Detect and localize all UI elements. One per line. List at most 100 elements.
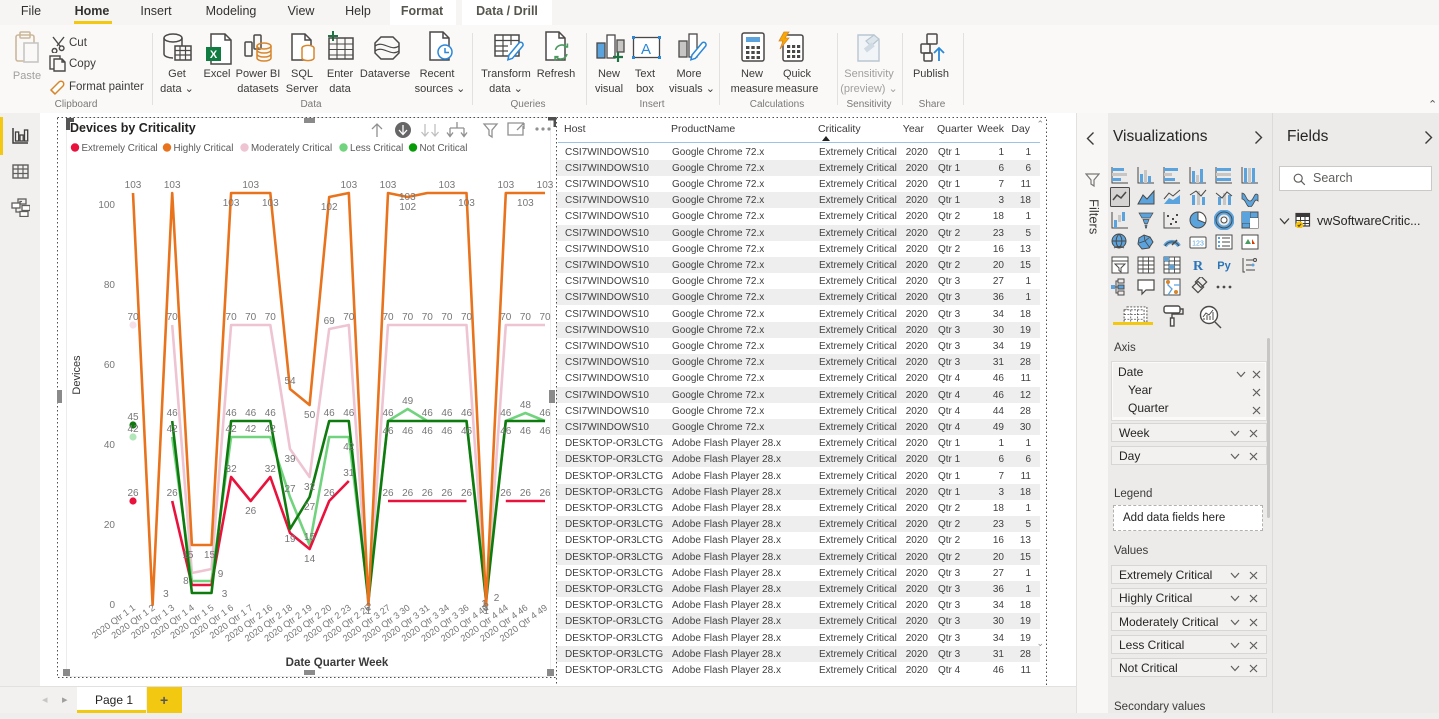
svg-text:0: 0 [109,600,115,611]
svg-text:70: 70 [127,312,139,323]
svg-text:103: 103 [223,198,240,209]
svg-text:46: 46 [265,408,277,419]
svg-text:19: 19 [284,534,296,545]
svg-text:Devices by Criticality: Devices by Criticality [70,121,196,135]
svg-text:20: 20 [104,520,116,531]
svg-text:R: R [1193,259,1204,274]
svg-text:70: 70 [382,312,394,323]
svg-text:70: 70 [402,312,414,323]
svg-text:46: 46 [500,408,512,419]
svg-text:123: 123 [1192,241,1204,248]
svg-text:Not Critical: Not Critical [420,143,468,154]
svg-text:103: 103 [164,180,181,191]
svg-text:26: 26 [167,488,179,499]
svg-text:103: 103 [242,180,259,191]
svg-text:26: 26 [500,488,512,499]
svg-text:54: 54 [284,376,296,387]
svg-text:Py: Py [1217,260,1231,272]
svg-text:46: 46 [343,408,355,419]
svg-text:103: 103 [399,192,416,203]
svg-text:42: 42 [167,424,179,435]
svg-text:3: 3 [222,589,228,600]
svg-text:49: 49 [402,396,414,407]
svg-text:27: 27 [284,484,296,495]
svg-text:A: A [641,41,651,58]
svg-text:39: 39 [284,454,296,465]
svg-text:80: 80 [104,280,116,291]
svg-text:48: 48 [520,400,532,411]
svg-text:46: 46 [245,408,257,419]
svg-text:Less Critical: Less Critical [350,143,403,154]
svg-text:2: 2 [494,593,500,604]
svg-text:26: 26 [402,488,414,499]
svg-text:45: 45 [127,412,139,423]
svg-text:103: 103 [537,180,554,191]
svg-text:46: 46 [461,426,473,437]
svg-text:103: 103 [125,180,142,191]
svg-text:26: 26 [441,488,453,499]
svg-text:103: 103 [458,198,475,209]
svg-text:46: 46 [539,426,551,437]
svg-text:31: 31 [343,468,355,479]
svg-text:100: 100 [98,200,115,211]
svg-text:46: 46 [382,426,394,437]
svg-text:70: 70 [520,312,532,323]
svg-text:46: 46 [382,408,394,419]
svg-text:70: 70 [539,312,551,323]
svg-text:26: 26 [520,488,532,499]
svg-text:Extremely Critical: Extremely Critical [82,143,158,154]
svg-text:3: 3 [163,589,169,600]
svg-text:60: 60 [104,360,116,371]
svg-text:46: 46 [500,426,512,437]
svg-text:9: 9 [218,569,224,580]
svg-text:46: 46 [226,408,238,419]
svg-text:46: 46 [539,408,551,419]
svg-text:32: 32 [226,464,238,475]
svg-text:46: 46 [324,408,336,419]
svg-text:42: 42 [127,424,139,435]
svg-text:26: 26 [245,506,257,517]
svg-text:27: 27 [304,502,316,513]
svg-text:Date Quarter Week: Date Quarter Week [286,657,389,669]
svg-text:102: 102 [321,202,338,213]
svg-text:103: 103 [439,180,456,191]
svg-text:70: 70 [226,312,238,323]
svg-text:42: 42 [343,442,355,453]
svg-text:46: 46 [441,426,453,437]
svg-text:46: 46 [422,426,434,437]
svg-text:15: 15 [204,550,216,561]
svg-text:102: 102 [399,202,416,213]
svg-text:Devices: Devices [71,355,83,395]
svg-text:14: 14 [304,554,316,565]
svg-text:Moderately Critical: Moderately Critical [251,143,332,154]
svg-text:8: 8 [183,576,189,587]
svg-text:103: 103 [517,198,534,209]
svg-text:32: 32 [304,482,316,493]
svg-text:70: 70 [422,312,434,323]
svg-text:26: 26 [127,488,139,499]
svg-text:70: 70 [343,312,355,323]
svg-text:70: 70 [500,312,512,323]
svg-text:46: 46 [441,408,453,419]
svg-text:42: 42 [226,424,238,435]
svg-text:40: 40 [104,440,116,451]
svg-text:26: 26 [382,488,394,499]
svg-text:69: 69 [324,316,336,327]
svg-text:70: 70 [441,312,453,323]
svg-text:46: 46 [167,408,179,419]
svg-text:26: 26 [422,488,434,499]
svg-text:46: 46 [461,408,473,419]
svg-text:X: X [210,49,218,61]
svg-text:50: 50 [304,410,316,421]
svg-text:32: 32 [265,464,277,475]
svg-text:26: 26 [539,488,551,499]
svg-text:70: 70 [167,312,179,323]
svg-text:103: 103 [380,180,397,191]
svg-text:103: 103 [497,180,514,191]
svg-text:26: 26 [461,488,473,499]
svg-text:70: 70 [461,312,473,323]
svg-text:Highly Critical: Highly Critical [174,143,234,154]
svg-text:42: 42 [245,424,257,435]
svg-text:15: 15 [182,550,194,561]
svg-text:70: 70 [245,312,257,323]
